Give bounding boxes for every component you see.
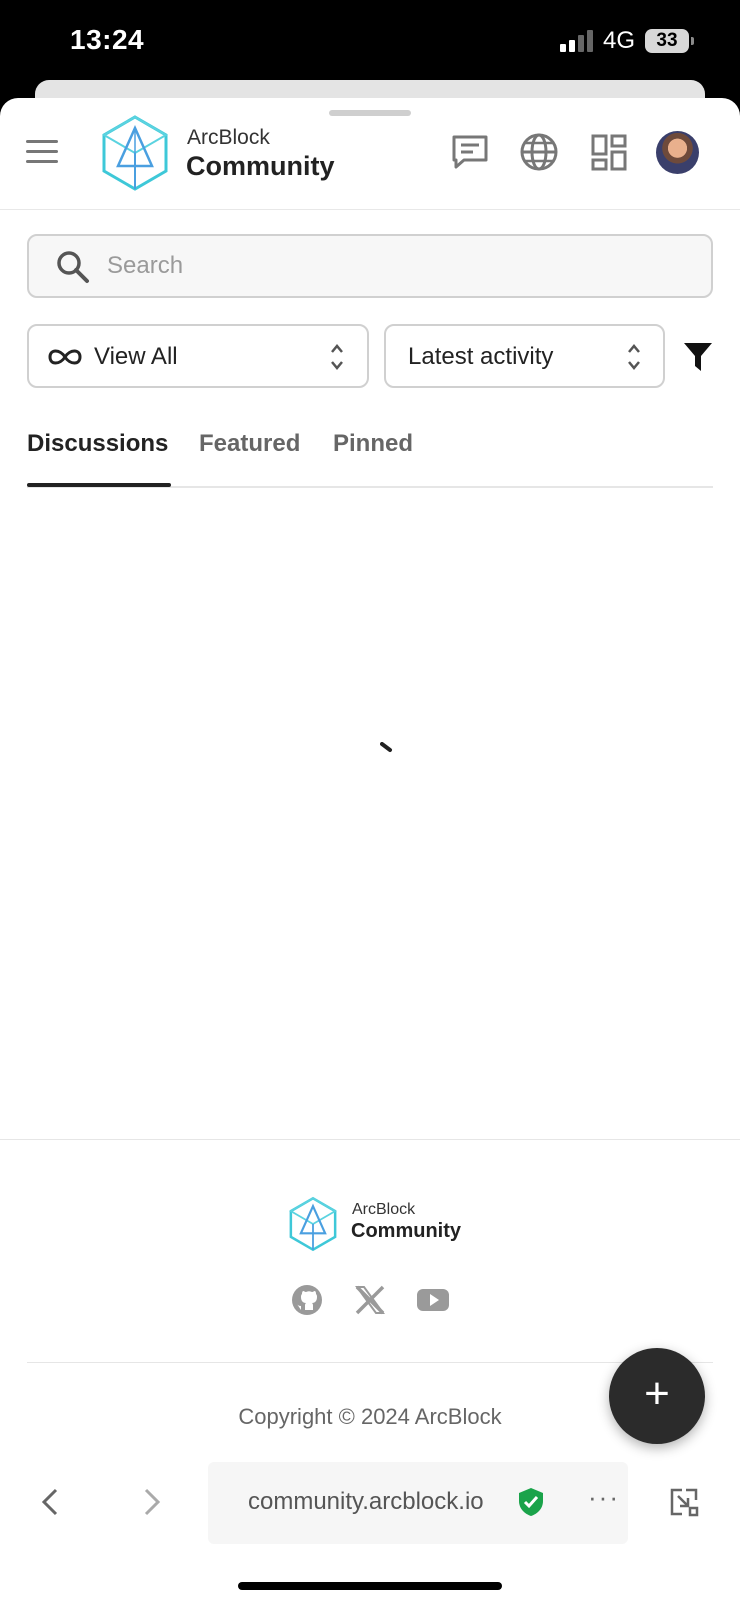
search-input[interactable]: [107, 246, 687, 286]
chevron-updown-icon: [628, 344, 640, 370]
footer-logo-icon[interactable]: [288, 1196, 338, 1252]
search-icon: [57, 251, 89, 283]
footer-line: [27, 1362, 713, 1363]
infinity-icon: [48, 349, 82, 365]
site-header: ArcBlock Community: [0, 98, 740, 210]
more-options-button[interactable]: ···: [588, 1482, 620, 1513]
back-arrow-icon[interactable]: [38, 1487, 62, 1517]
status-time: 13:24: [70, 24, 145, 55]
x-icon[interactable]: [353, 1283, 387, 1317]
tab-pinned[interactable]: Pinned: [333, 430, 413, 458]
status-bar: 13:24 4G 33: [0, 0, 740, 82]
loading-spinner-icon: [380, 742, 392, 752]
chat-icon[interactable]: [450, 132, 490, 172]
brand-name-main: Community: [186, 151, 335, 181]
menu-icon[interactable]: [26, 140, 58, 164]
footer-brand-main: Community: [351, 1220, 461, 1242]
search-box[interactable]: [27, 234, 713, 298]
brand-name-top: ArcBlock: [187, 126, 270, 149]
sort-select[interactable]: Latest activity: [384, 324, 665, 388]
globe-icon[interactable]: [519, 132, 559, 172]
youtube-icon[interactable]: [416, 1283, 450, 1317]
avatar[interactable]: [656, 131, 699, 174]
github-icon[interactable]: [290, 1283, 324, 1317]
battery-icon: 33: [645, 29, 689, 53]
filter-icon[interactable]: [683, 341, 713, 373]
url-text: community.arcblock.io: [248, 1488, 484, 1515]
battery-tip: [691, 37, 694, 45]
sort-select-value: Latest activity: [408, 343, 554, 370]
footer-divider: [0, 1139, 740, 1140]
tab-featured[interactable]: Featured: [199, 430, 300, 458]
tab-discussions[interactable]: Discussions: [27, 430, 168, 458]
footer-brand-top: ArcBlock: [352, 1201, 416, 1218]
minimize-window-icon[interactable]: [668, 1486, 700, 1518]
forward-arrow-icon[interactable]: [140, 1487, 164, 1517]
new-post-button[interactable]: +: [609, 1348, 705, 1444]
chevron-updown-icon: [331, 344, 343, 370]
tab-bar: Discussions Featured Pinned: [27, 416, 713, 488]
address-bar[interactable]: community.arcblock.io: [208, 1462, 628, 1544]
signal-icon: [560, 30, 596, 52]
browser-toolbar: community.arcblock.io ···: [0, 1462, 740, 1600]
home-indicator: [238, 1582, 502, 1590]
tab-active-indicator: [27, 483, 171, 487]
scope-select-value: View All: [94, 343, 178, 370]
arcblock-logo-icon[interactable]: [100, 114, 170, 192]
scope-select[interactable]: View All: [27, 324, 369, 388]
page-sheet: ArcBlock Community Search View All Lates…: [0, 98, 740, 1600]
secure-shield-icon: [519, 1488, 543, 1516]
apps-grid-icon[interactable]: [589, 132, 629, 172]
network-type: 4G: [603, 27, 636, 54]
